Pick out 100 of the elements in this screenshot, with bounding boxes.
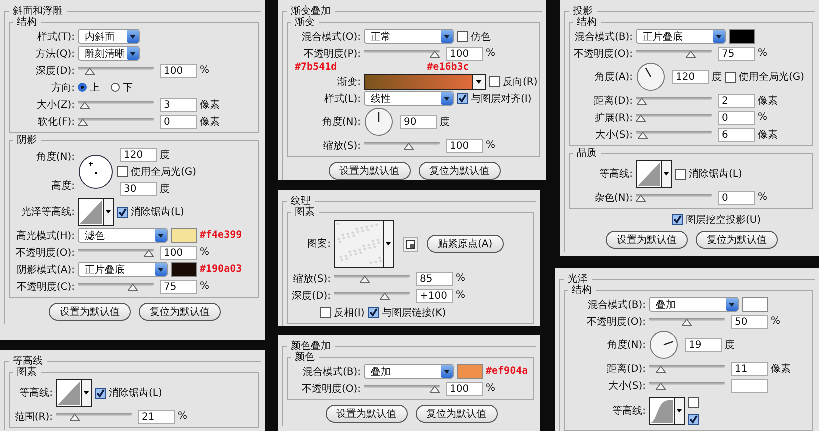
slider-track[interactable] — [636, 113, 712, 122]
checkbox[interactable] — [117, 166, 128, 177]
slider-track[interactable] — [78, 248, 154, 257]
slider-track[interactable] — [56, 412, 132, 421]
dialog-button[interactable]: 设置为默认值 — [326, 405, 408, 423]
slider-thumb[interactable] — [682, 319, 692, 326]
slider-track[interactable] — [636, 96, 712, 105]
slider-track[interactable] — [78, 117, 154, 126]
slider-thumb[interactable] — [78, 119, 88, 126]
input-field[interactable]: 11 — [731, 362, 768, 376]
input-field[interactable]: 21 — [138, 410, 175, 424]
slider-track[interactable] — [649, 381, 725, 390]
gradient-picker[interactable] — [364, 74, 486, 90]
checkbox[interactable] — [95, 388, 106, 398]
checkbox[interactable] — [672, 214, 683, 225]
input-field[interactable]: 100 — [446, 382, 483, 396]
slider-thumb[interactable] — [637, 98, 648, 105]
dropdown[interactable]: 滤色 — [78, 228, 168, 243]
radio-button[interactable] — [111, 83, 120, 92]
input-field[interactable]: 100 — [160, 246, 197, 260]
dialog-button[interactable]: 复位为默认值 — [696, 231, 778, 249]
slider-thumb[interactable] — [360, 276, 370, 283]
color-swatch[interactable] — [729, 29, 755, 44]
slider-track[interactable] — [334, 274, 410, 283]
slider-thumb[interactable] — [430, 51, 440, 58]
input-field[interactable]: 100 — [160, 64, 197, 78]
input-field[interactable]: 19 — [685, 338, 722, 352]
checkbox[interactable] — [457, 93, 468, 104]
input-field[interactable]: 120 — [120, 148, 157, 162]
dropdown[interactable]: 内斜面 — [78, 29, 140, 44]
input-field[interactable]: 0 — [160, 114, 197, 128]
slider-track[interactable] — [78, 66, 154, 75]
slider-thumb[interactable] — [128, 284, 138, 291]
input-field[interactable]: 100 — [446, 138, 483, 152]
input-field[interactable]: 75 — [160, 280, 197, 294]
contour-picker[interactable] — [636, 160, 672, 188]
dropdown[interactable]: 雕刻清晰 — [78, 46, 140, 61]
checkbox[interactable] — [457, 31, 468, 42]
color-swatch[interactable] — [171, 262, 197, 277]
slider-track[interactable] — [78, 100, 154, 109]
checkbox[interactable] — [117, 206, 128, 218]
pattern-picker[interactable] — [334, 220, 394, 268]
angle-dial[interactable] — [78, 154, 114, 190]
input-field[interactable] — [731, 378, 768, 392]
color-swatch[interactable] — [457, 364, 483, 379]
checkbox[interactable] — [725, 72, 736, 82]
slider-thumb[interactable] — [80, 102, 90, 109]
input-field[interactable]: 30 — [120, 182, 157, 196]
slider-track[interactable] — [636, 193, 712, 202]
dropdown[interactable]: 正片叠底 — [636, 29, 726, 44]
contour-picker[interactable] — [649, 397, 685, 425]
input-field[interactable]: 50 — [731, 314, 768, 328]
slider-thumb[interactable] — [636, 115, 646, 122]
slider-thumb[interactable] — [380, 293, 390, 300]
dropdown[interactable]: 线性 — [364, 91, 454, 106]
contour-picker[interactable] — [56, 379, 92, 407]
input-field[interactable]: 2 — [718, 94, 755, 108]
checkbox[interactable] — [688, 397, 699, 408]
color-swatch[interactable] — [742, 297, 768, 312]
input-field[interactable]: 75 — [718, 46, 755, 60]
dropdown[interactable]: 叠加 — [364, 364, 454, 379]
slider-track[interactable] — [636, 49, 712, 58]
checkbox[interactable] — [368, 307, 379, 318]
snap-button[interactable]: 贴紧原点(A) — [427, 235, 504, 253]
dropdown[interactable]: 正片叠底 — [78, 262, 168, 277]
slider-track[interactable] — [364, 384, 440, 393]
new-preset-button[interactable] — [403, 236, 418, 252]
radio-button[interactable] — [78, 83, 87, 92]
slider-thumb[interactable] — [70, 414, 80, 421]
input-field[interactable]: 100 — [446, 46, 483, 60]
slider-track[interactable] — [649, 364, 725, 373]
slider-thumb[interactable] — [686, 51, 696, 58]
dropdown[interactable]: 叠加 — [649, 297, 739, 312]
input-field[interactable]: +100 — [416, 288, 453, 302]
slider-thumb[interactable] — [656, 383, 666, 390]
dialog-button[interactable]: 复位为默认值 — [139, 303, 221, 321]
slider-track[interactable] — [636, 130, 712, 139]
checkbox[interactable] — [675, 168, 686, 180]
dialog-button[interactable]: 设置为默认值 — [328, 162, 410, 180]
dialog-button[interactable]: 复位为默认值 — [418, 162, 500, 180]
slider-thumb[interactable] — [84, 68, 95, 75]
slider-thumb[interactable] — [656, 366, 666, 373]
slider-thumb[interactable] — [638, 132, 648, 139]
slider-track[interactable] — [78, 282, 154, 291]
color-swatch[interactable] — [171, 228, 197, 243]
contour-picker[interactable] — [78, 198, 114, 226]
slider-thumb[interactable] — [144, 250, 154, 257]
checkbox[interactable] — [688, 414, 699, 425]
slider-track[interactable] — [364, 49, 440, 58]
slider-track[interactable] — [364, 141, 440, 150]
checkbox[interactable] — [320, 307, 331, 318]
dialog-button[interactable]: 设置为默认值 — [49, 303, 131, 321]
input-field[interactable]: 0 — [718, 110, 755, 124]
dialog-button[interactable]: 复位为默认值 — [416, 405, 498, 423]
input-field[interactable]: 120 — [672, 70, 709, 84]
slider-track[interactable] — [649, 317, 725, 326]
slider-track[interactable] — [334, 291, 410, 300]
checkbox[interactable] — [489, 76, 500, 87]
input-field[interactable]: 90 — [400, 115, 437, 129]
input-field[interactable]: 85 — [416, 272, 453, 286]
